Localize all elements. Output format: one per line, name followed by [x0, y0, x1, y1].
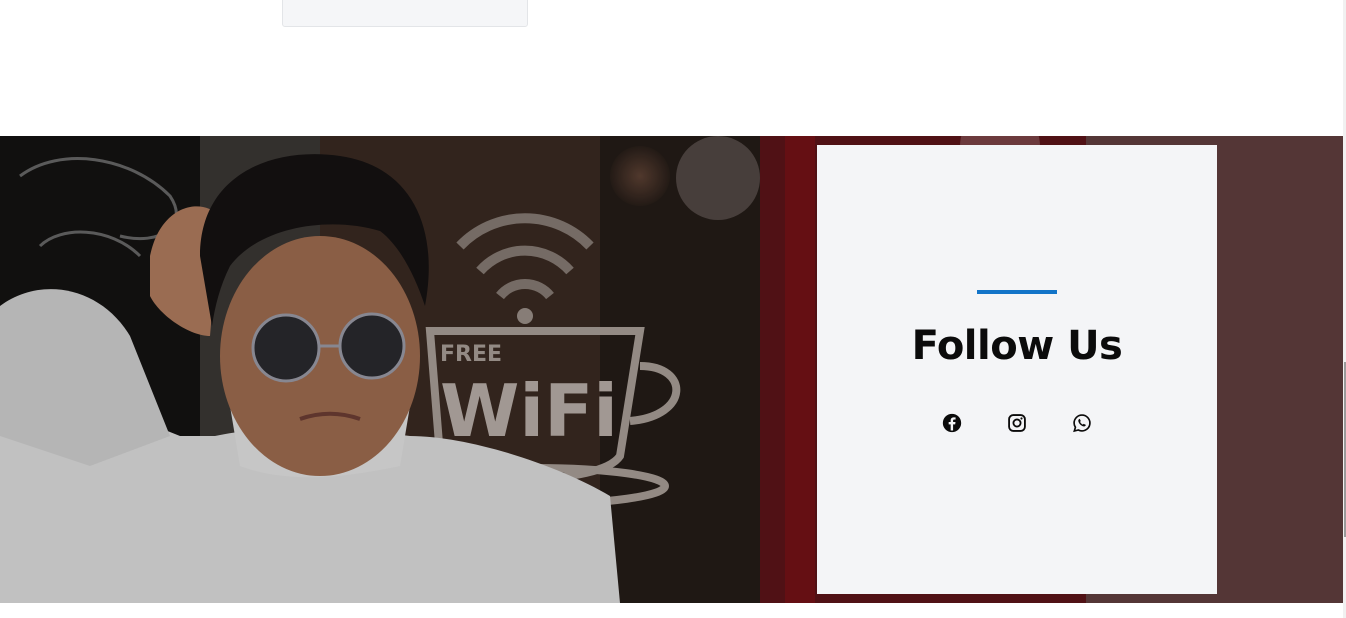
facebook-icon	[942, 413, 962, 433]
instagram-icon	[1008, 414, 1026, 432]
instagram-link[interactable]	[1005, 411, 1029, 435]
whatsapp-icon	[1073, 414, 1091, 433]
top-card	[282, 0, 528, 27]
social-links	[817, 411, 1217, 435]
accent-line	[977, 290, 1057, 294]
follow-us-title: Follow Us	[911, 323, 1123, 369]
follow-us-card: Follow Us	[817, 145, 1217, 594]
facebook-link[interactable]	[940, 411, 964, 435]
whatsapp-link[interactable]	[1070, 411, 1094, 435]
